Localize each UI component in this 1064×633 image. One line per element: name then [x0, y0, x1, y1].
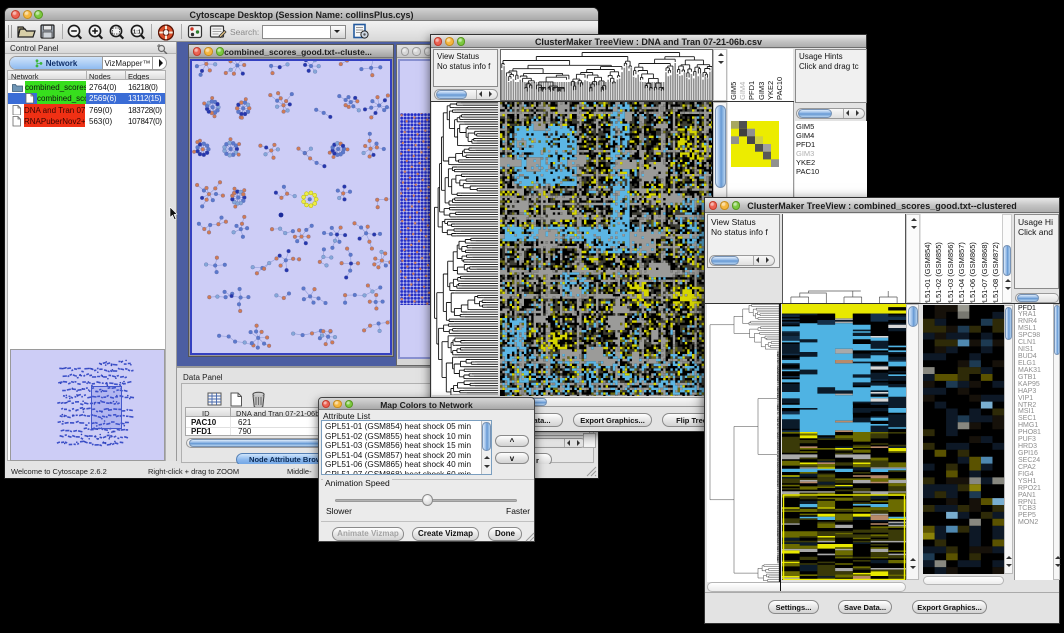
svg-text:1:1: 1:1 — [133, 29, 141, 35]
